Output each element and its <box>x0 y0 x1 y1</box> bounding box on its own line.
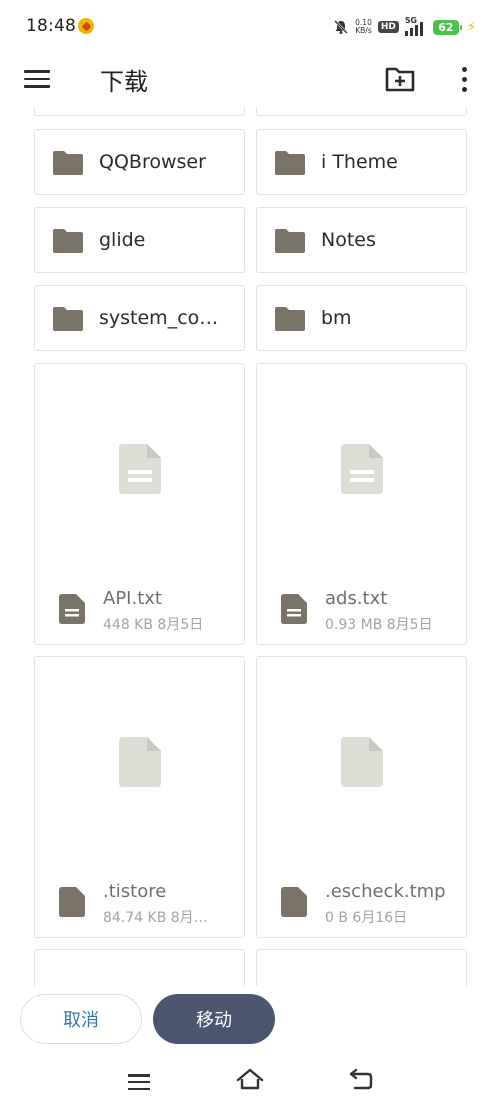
file-meta: 84.74 KB 8月… <box>103 910 208 926</box>
file-meta: 0.93 MB 8月5日 <box>325 617 433 633</box>
folder-item[interactable]: glide <box>34 207 245 273</box>
menu-button[interactable] <box>24 66 54 92</box>
file-item[interactable]: .tistore 84.74 KB 8月… <box>34 656 245 938</box>
folder-item[interactable]: system_co… <box>34 285 245 351</box>
folder-name: system_co… <box>99 307 219 329</box>
new-folder-button[interactable] <box>384 64 416 94</box>
folder-name: QQBrowser <box>99 151 206 173</box>
text-file-thumbnail-icon <box>341 444 383 494</box>
folder-item[interactable]: i Theme <box>256 129 467 195</box>
page-title: 下载 <box>100 68 148 96</box>
folder-icon <box>53 307 83 331</box>
folder-item[interactable]: bm <box>256 285 467 351</box>
more-options-button[interactable] <box>452 62 476 96</box>
file-grid[interactable]: QQBrowser i Theme glide Notes system_co…… <box>0 108 500 986</box>
file-name: ads.txt <box>325 588 388 609</box>
status-icons: 0.10 KB/s HD 5G 62 ⚡ <box>333 16 476 38</box>
notification-app-icon <box>78 18 94 34</box>
file-icon <box>281 887 307 917</box>
nav-recents-button[interactable] <box>128 1074 150 1090</box>
nav-home-icon[interactable] <box>236 1068 264 1090</box>
hd-badge: HD <box>377 21 399 33</box>
folder-icon <box>275 307 305 331</box>
signal-icon: 5G <box>404 16 427 36</box>
move-button[interactable]: 移动 <box>153 994 275 1044</box>
partial-card[interactable] <box>34 108 245 116</box>
folder-name: Notes <box>321 229 376 251</box>
net-speed-unit: KB/s <box>355 26 372 35</box>
file-icon <box>59 887 85 917</box>
app-bar: 下载 <box>0 52 500 108</box>
partial-card[interactable] <box>256 108 467 116</box>
folder-item[interactable]: QQBrowser <box>34 129 245 195</box>
folder-icon <box>53 151 83 175</box>
folder-name: glide <box>99 229 146 251</box>
folder-item[interactable]: Notes <box>256 207 467 273</box>
nav-back-icon[interactable] <box>348 1068 374 1090</box>
file-name: .tistore <box>103 881 167 902</box>
net-speed: 0.10 KB/s <box>355 19 372 35</box>
cancel-button[interactable]: 取消 <box>20 994 142 1044</box>
battery-icon: 62 <box>432 19 462 35</box>
folder-icon <box>53 229 83 253</box>
folder-icon <box>275 151 305 175</box>
file-name: .escheck.tmp <box>325 881 446 902</box>
file-thumbnail-icon <box>341 737 383 787</box>
new-folder-icon <box>385 67 415 92</box>
file-meta: 0 B 6月16日 <box>325 910 408 926</box>
mute-bell-icon <box>334 20 349 34</box>
file-name: API.txt <box>103 588 162 609</box>
file-item[interactable]: API.txt 448 KB 8月5日 <box>34 363 245 645</box>
charging-icon: ⚡ <box>466 19 476 35</box>
text-file-thumbnail-icon <box>119 444 161 494</box>
file-thumbnail-icon <box>119 737 161 787</box>
folder-icon <box>275 229 305 253</box>
folder-name: bm <box>321 307 352 329</box>
file-item[interactable]: .escheck.tmp 0 B 6月16日 <box>256 656 467 938</box>
partial-card[interactable] <box>34 949 245 986</box>
status-time: 18:48 <box>26 16 76 36</box>
folder-name: i Theme <box>321 151 398 173</box>
file-item[interactable]: ads.txt 0.93 MB 8月5日 <box>256 363 467 645</box>
file-meta: 448 KB 8月5日 <box>103 617 204 633</box>
bottom-bar: 取消 移动 <box>0 986 500 1097</box>
status-bar: 18:48 0.10 KB/s HD 5G 62 ⚡ <box>0 0 500 52</box>
partial-card[interactable] <box>256 949 467 986</box>
text-file-icon <box>59 594 85 624</box>
text-file-icon <box>281 594 307 624</box>
